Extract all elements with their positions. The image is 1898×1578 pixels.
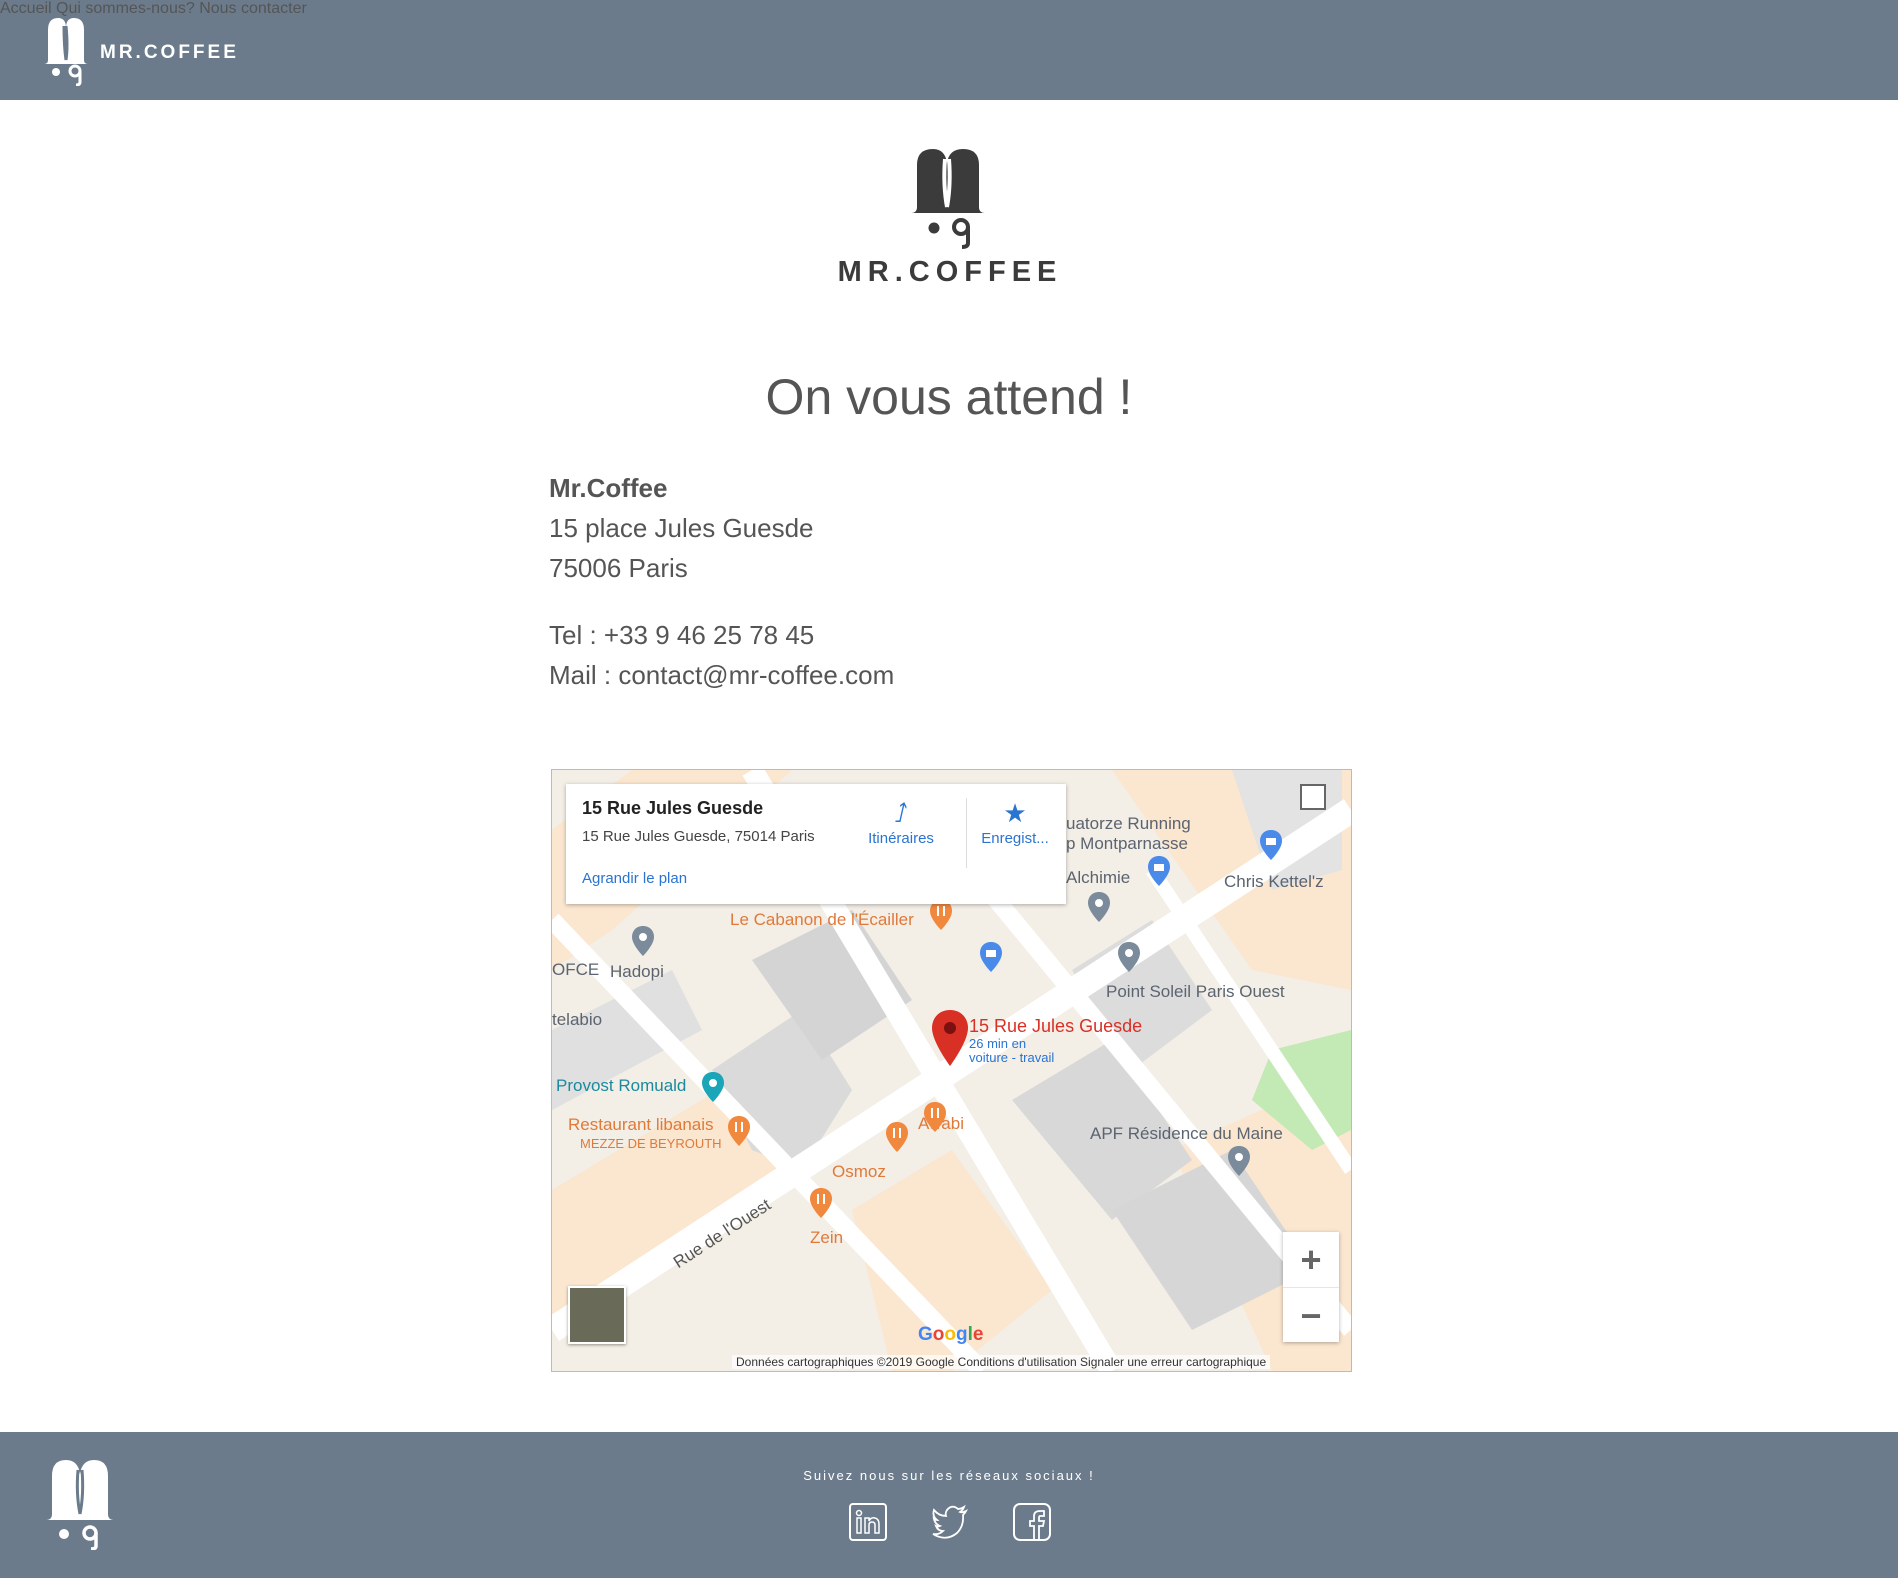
linkedin-icon[interactable] xyxy=(848,1502,888,1542)
site-footer: Suivez nous sur les réseaux sociaux ! xyxy=(0,1432,1898,1578)
poi-alchimie[interactable]: Alchimie xyxy=(1066,868,1130,888)
zoom-in-button[interactable]: + xyxy=(1283,1232,1339,1287)
nav-link-nous-contacter[interactable]: Nous contacter xyxy=(199,0,307,17)
poi-point-soleil[interactable]: Point Soleil Paris Ouest xyxy=(1106,982,1285,1002)
cafe-pin-icon[interactable] xyxy=(702,1072,724,1102)
map-pin-icon[interactable] xyxy=(632,926,654,956)
zoom-controls: + − xyxy=(1283,1232,1339,1342)
satellite-toggle-button[interactable] xyxy=(568,1286,626,1344)
follow-us-text: Suivez nous sur les réseaux sociaux ! xyxy=(803,1468,1095,1483)
restaurant-pin-icon[interactable] xyxy=(930,900,952,930)
marker-sub-2: voiture - travail xyxy=(969,1050,1055,1065)
poi-provost[interactable]: Provost Romuald xyxy=(556,1076,686,1096)
shopping-pin-icon[interactable] xyxy=(1148,856,1170,886)
restaurant-pin-icon[interactable] xyxy=(810,1188,832,1218)
poi-restaurant-libanais[interactable]: Restaurant libanais xyxy=(568,1115,714,1135)
save-label: Enregist... xyxy=(981,830,1049,847)
zoom-out-button[interactable]: − xyxy=(1283,1288,1339,1343)
map-pin-icon[interactable] xyxy=(1118,942,1140,972)
enlarge-map-link[interactable]: Agrandir le plan xyxy=(582,870,687,887)
poi-cabanon[interactable]: Le Cabanon de l'Écailler xyxy=(730,910,914,930)
contact-tel: Tel : +33 9 46 25 78 45 xyxy=(549,620,815,650)
google-map[interactable]: Le Cabanon de l'Écailler Hadopi OFCE tel… xyxy=(551,769,1352,1372)
address-block: Mr.Coffee 15 place Jules Guesde 75006 Pa… xyxy=(549,468,814,588)
location-marker-icon[interactable] xyxy=(932,1010,968,1066)
info-card-divider xyxy=(966,798,967,868)
header-brand-text: MR.COFFEE xyxy=(100,42,239,63)
marker-sub-1: 26 min en xyxy=(969,1036,1027,1051)
page-title: On vous attend ! xyxy=(765,369,1133,425)
directions-icon: ⭜ xyxy=(894,798,908,828)
poi-chris-kettelz[interactable]: Chris Kettel'z xyxy=(1224,872,1324,892)
restaurant-pin-icon[interactable] xyxy=(886,1122,908,1152)
nav-link-qui-sommes-nous[interactable]: Qui sommes-nous? xyxy=(56,0,195,17)
shopping-pin-icon[interactable] xyxy=(980,942,1002,972)
nav-link-accueil[interactable]: Accueil xyxy=(0,0,52,17)
poi-hadopi[interactable]: Hadopi xyxy=(610,962,664,982)
center-brand-text: MR.COFFEE xyxy=(837,256,1063,288)
poi-quatorze[interactable]: uatorze Running xyxy=(1066,814,1191,834)
map-info-card: 15 Rue Jules Guesde 15 Rue Jules Guesde,… xyxy=(566,784,1066,904)
poi-ofce[interactable]: OFCE xyxy=(552,960,599,980)
poi-mezze: MEZZE DE BEYROUTH xyxy=(580,1136,722,1151)
poi-telabio[interactable]: telabio xyxy=(552,1010,602,1030)
contact-mail[interactable]: Mail : contact@mr-coffee.com xyxy=(549,655,894,695)
info-card-title: 15 Rue Jules Guesde xyxy=(582,798,764,818)
directions-label: Itinéraires xyxy=(868,830,934,847)
restaurant-pin-icon[interactable] xyxy=(728,1116,750,1146)
poi-zein[interactable]: Zein xyxy=(810,1228,843,1248)
poi-osmoz[interactable]: Osmoz xyxy=(832,1162,886,1182)
twitter-icon[interactable] xyxy=(930,1502,970,1542)
facebook-icon[interactable] xyxy=(1012,1502,1052,1542)
address-street: 15 place Jules Guesde xyxy=(549,513,814,543)
poi-montparnasse: p Montparnasse xyxy=(1066,834,1188,853)
map-pin-icon[interactable] xyxy=(1228,1146,1250,1176)
google-logo: Google xyxy=(918,1324,984,1345)
directions-button[interactable]: ⭜ Itinéraires xyxy=(856,798,946,847)
save-button[interactable]: ★ Enregist... xyxy=(970,798,1060,847)
address-city: 75006 Paris xyxy=(549,553,688,583)
poi-apf[interactable]: APF Résidence du Maine xyxy=(1090,1124,1283,1144)
info-card-address: 15 Rue Jules Guesde, 75014 Paris xyxy=(582,828,815,845)
restaurant-pin-icon[interactable] xyxy=(924,1102,946,1132)
contact-block: Tel : +33 9 46 25 78 45 Mail : contact@m… xyxy=(549,615,894,695)
fullscreen-button[interactable] xyxy=(1300,784,1326,810)
map-attribution[interactable]: Données cartographiques ©2019 Google Con… xyxy=(732,1355,1271,1369)
map-pin-icon[interactable] xyxy=(1088,892,1110,922)
shopping-pin-icon[interactable] xyxy=(1260,830,1282,860)
star-icon: ★ xyxy=(1003,798,1027,828)
center-logo xyxy=(911,149,985,249)
business-name: Mr.Coffee xyxy=(549,473,668,503)
marker-title[interactable]: 15 Rue Jules Guesde xyxy=(969,1016,1142,1037)
site-header: MR.COFFEE Accueil Qui sommes-nous? Nous … xyxy=(0,0,1898,100)
